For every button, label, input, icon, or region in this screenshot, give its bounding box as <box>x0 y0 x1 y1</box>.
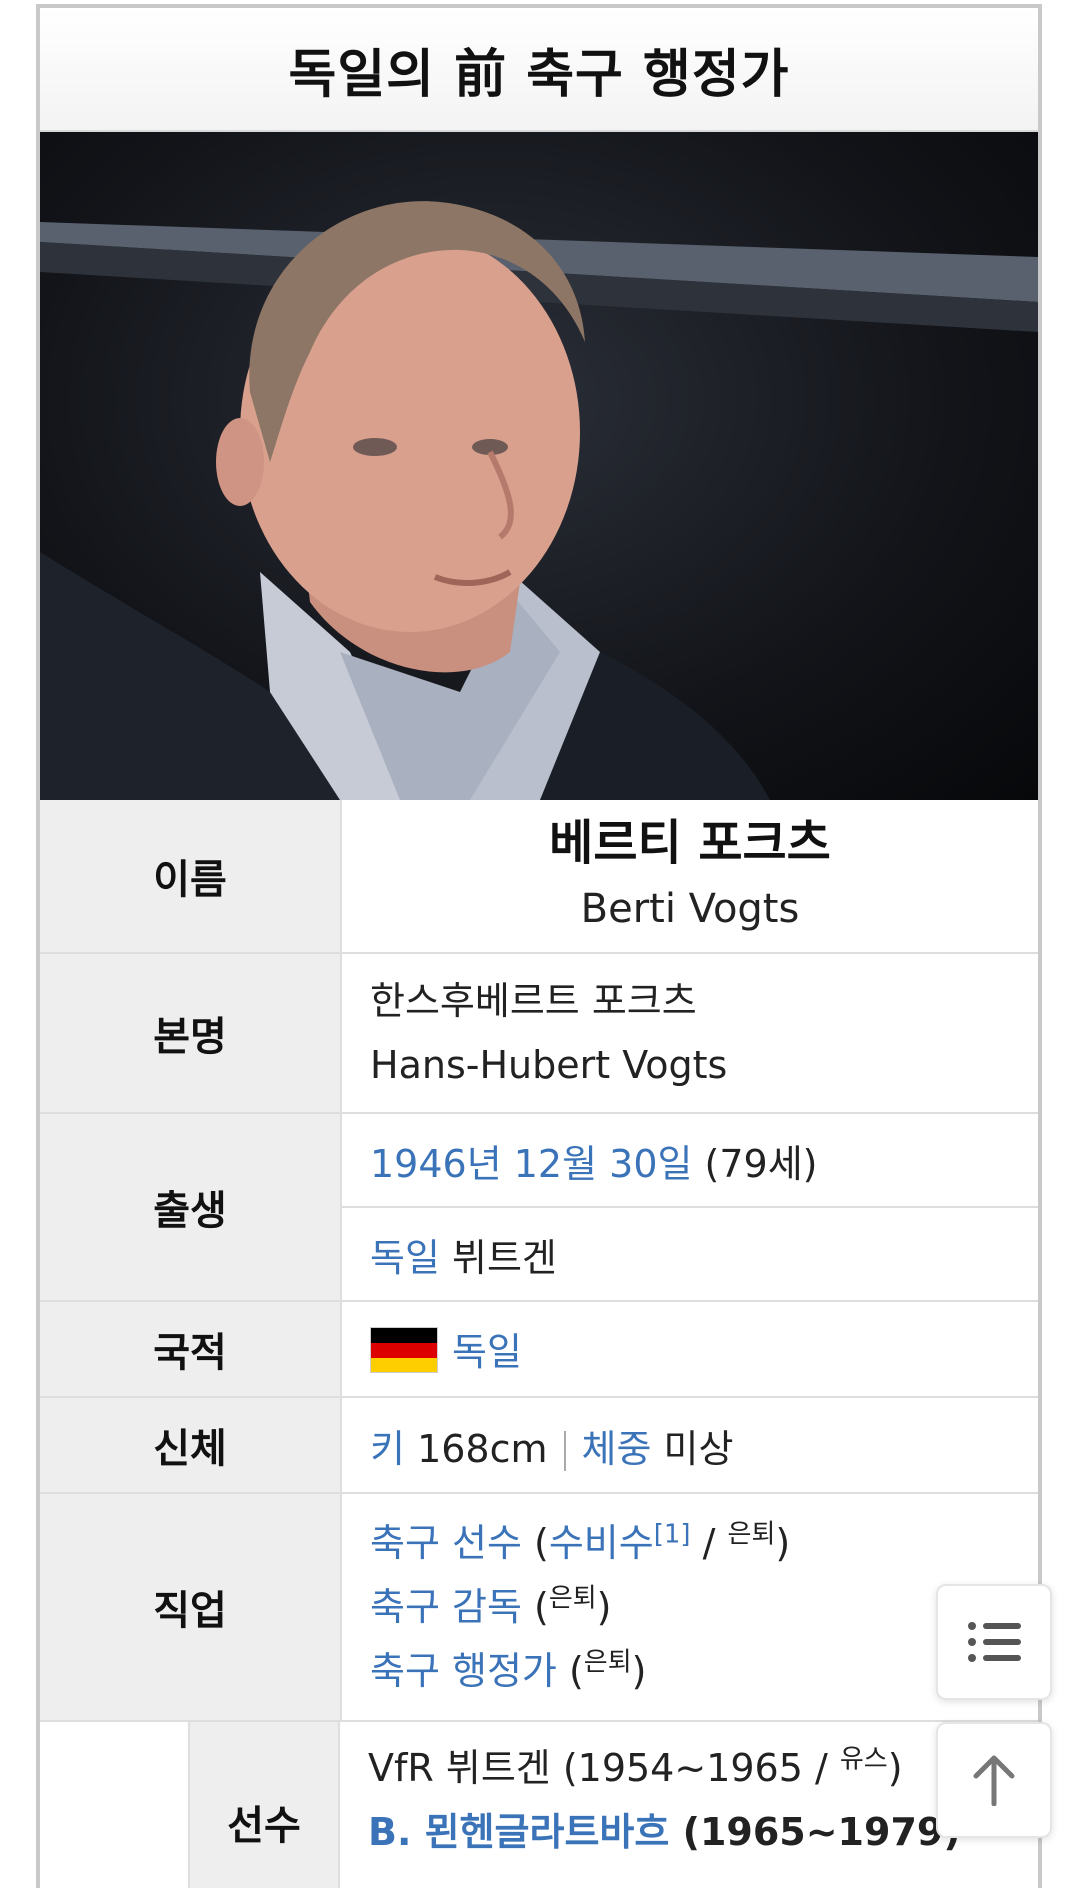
birth-country-link[interactable]: 독일 <box>370 1236 440 1280</box>
arrow-up-icon <box>973 1755 1015 1806</box>
birth-place: 뷔트겐 <box>452 1235 557 1280</box>
height-link[interactable]: 키 <box>370 1427 405 1471</box>
germany-flag-icon <box>370 1327 438 1374</box>
weight-link[interactable]: 체중 <box>582 1427 652 1471</box>
name-english: Berti Vogts <box>580 886 800 932</box>
row-body: 신체 키 168cm 체중 미상 <box>40 1397 1038 1494</box>
defender-link[interactable]: 수비수 <box>549 1521 654 1565</box>
label-player: 선수 <box>190 1722 340 1888</box>
club-link[interactable]: B. 묀헨글라트바흐 <box>368 1810 669 1854</box>
scroll-top-button[interactable] <box>936 1722 1052 1838</box>
height-value: 168cm <box>417 1426 548 1471</box>
label-nationality: 국적 <box>40 1301 342 1398</box>
row-birth-date: 출생 1946년 12월 30일 (79세) <box>40 1113 1038 1302</box>
retired-note: 은퇴 <box>548 1583 597 1614</box>
row-real-name: 본명 한스후베르트 포크츠 Hans-Hubert Vogts <box>40 953 1038 1114</box>
label-body: 신체 <box>40 1397 342 1494</box>
row-occupation: 직업 축구 선수 (수비수[1] / 은퇴) 축구 감독 (은퇴) 축구 행정가… <box>40 1493 1038 1722</box>
job-item: 축구 선수 (수비수[1] / 은퇴) <box>370 1519 791 1565</box>
divider <box>563 1431 566 1471</box>
retired-note: 은퇴 <box>727 1519 776 1550</box>
label-birth: 출생 <box>40 1113 342 1302</box>
real-name-korean: 한스후베르트 포크츠 <box>370 979 697 1023</box>
club-item: VfR 뷔트겐 (1954~1965 / 유스) <box>368 1744 903 1790</box>
birth-age: (79세) <box>704 1141 818 1186</box>
row-name: 이름 베르티 포크츠 Berti Vogts <box>40 800 1038 954</box>
name-korean: 베르티 포크츠 <box>549 815 831 871</box>
real-name-english: Hans-Hubert Vogts <box>370 1043 728 1087</box>
list-icon <box>968 1622 1021 1662</box>
birth-date-link[interactable]: 1946년 12월 30일 <box>370 1142 692 1186</box>
job-manager-link[interactable]: 축구 감독 <box>370 1585 522 1629</box>
reference-link[interactable]: [1] <box>654 1519 691 1549</box>
infobox-table: 이름 베르티 포크츠 Berti Vogts 본명 한스후베르트 포크츠 Han… <box>40 800 1038 1722</box>
job-player-link[interactable]: 축구 선수 <box>370 1521 522 1565</box>
job-item: 축구 행정가 (은퇴) <box>370 1647 647 1693</box>
row-player-clubs: 선수 VfR 뷔트겐 (1954~1965 / 유스) B. 묀헨글라트바흐 (… <box>40 1722 1038 1888</box>
weight-value: 미상 <box>663 1426 734 1471</box>
label-occupation: 직업 <box>40 1493 342 1722</box>
nationality-link[interactable]: 독일 <box>452 1330 522 1374</box>
club-name: VfR 뷔트겐 <box>368 1746 551 1790</box>
label-name: 이름 <box>40 800 342 954</box>
retired-note: 은퇴 <box>583 1647 632 1678</box>
row-nationality: 국적 독일 <box>40 1301 1038 1398</box>
infobox-frame: 독일의 前 축구 행정가 이름 베르티 포크츠 Berti Vogts 본명 한… <box>36 4 1042 1888</box>
job-administrator-link[interactable]: 축구 행정가 <box>370 1649 557 1693</box>
job-item: 축구 감독 (은퇴) <box>370 1583 612 1629</box>
page-title: 독일의 前 축구 행정가 <box>40 8 1038 132</box>
profile-photo <box>40 132 1038 800</box>
label-real-name: 본명 <box>40 953 342 1114</box>
club-item: B. 묀헨글라트바흐 (1965~1979) <box>368 1810 961 1854</box>
youth-note: 유스 <box>839 1744 888 1775</box>
toc-button[interactable] <box>936 1584 1052 1700</box>
